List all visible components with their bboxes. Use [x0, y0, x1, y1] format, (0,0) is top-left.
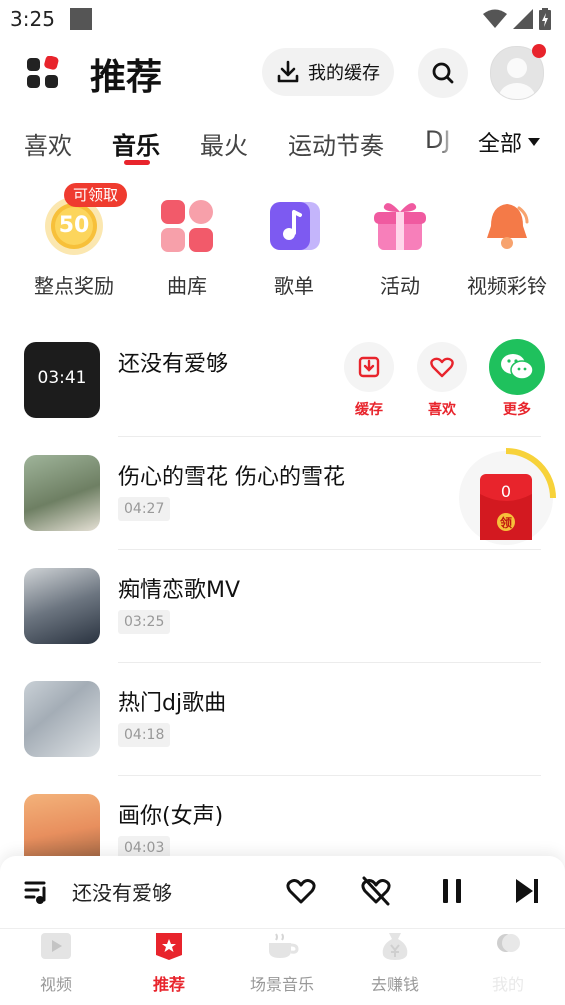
my-cache-button[interactable]: 我的缓存 [262, 48, 394, 96]
song-thumbnail [24, 681, 100, 757]
tab-dj[interactable]: DJ [425, 126, 451, 154]
coffee-cup-icon [269, 933, 299, 958]
recommend-star-icon [156, 933, 182, 960]
song-thumbnail [24, 568, 100, 644]
song-title: 热门dj歌曲 [118, 691, 227, 716]
status-time: 3:25 [10, 7, 55, 31]
nav-label: 视频 [39, 975, 72, 994]
song-duration: 04:27 [118, 497, 171, 521]
wifi-icon [483, 9, 507, 28]
tab-sport-rhythm[interactable]: 运动节奏 [288, 126, 384, 161]
nav-recommend[interactable]: 推荐 [119, 931, 219, 995]
profile-icon [497, 934, 520, 952]
reward-claim-label: 领 [499, 516, 512, 530]
reward-float-widget[interactable]: 0 领 [458, 448, 558, 548]
claimable-badge: 可领取 [64, 183, 128, 207]
app-logo-icon[interactable] [26, 56, 60, 90]
playlist-icon [270, 202, 320, 250]
next-track-icon[interactable] [514, 877, 540, 905]
song-row[interactable]: 痴情恋歌MV 03:25 [0, 550, 565, 663]
category-label: 曲库 [167, 274, 207, 298]
category-label: 整点奖励 [34, 274, 114, 298]
song-title: 还没有爱够 [118, 352, 229, 377]
library-icon [161, 200, 213, 252]
status-icons [483, 8, 551, 30]
search-button[interactable] [418, 48, 468, 98]
song-title: 痴情恋歌MV [118, 578, 241, 603]
heart-icon [430, 357, 454, 378]
battery-icon [539, 8, 551, 30]
signal-icon [513, 9, 533, 29]
share-more-button[interactable]: 更多 [487, 339, 547, 419]
category-video-ringtone[interactable]: 视频彩铃 [457, 196, 557, 299]
gift-icon [374, 203, 426, 250]
nav-scene-music[interactable]: 场景音乐 [232, 931, 332, 995]
tab-hottest[interactable]: 最火 [200, 126, 248, 161]
category-library[interactable]: 曲库 [137, 196, 237, 299]
all-categories-button[interactable]: 全部 [456, 120, 565, 164]
category-label: 歌单 [274, 274, 314, 298]
category-hourly-reward[interactable]: 50 整点奖励 [24, 196, 124, 299]
bottom-navigation: 视频 推荐 场景音乐 去赚钱 我的 [0, 928, 565, 1005]
category-label: 活动 [380, 274, 420, 298]
nav-label: 推荐 [152, 975, 185, 994]
cache-song-button[interactable]: 缓存 [339, 342, 399, 419]
nav-label: 去赚钱 [370, 975, 419, 994]
wechat-icon [501, 354, 534, 380]
notification-icon [70, 8, 92, 30]
money-bag-icon [382, 933, 408, 960]
all-categories-label: 全部 [478, 132, 523, 157]
category-label: 视频彩铃 [467, 274, 547, 298]
my-cache-label: 我的缓存 [308, 63, 380, 84]
song-duration: 03:25 [118, 610, 171, 634]
download-icon [277, 60, 299, 83]
video-duration-overlay: 03:41 [37, 368, 87, 388]
status-bar: 3:25 [0, 0, 565, 38]
search-icon [432, 62, 454, 84]
more-label: 更多 [503, 402, 531, 418]
song-title: 伤心的雪花 伤心的雪花 [118, 465, 345, 490]
dislike-icon[interactable] [360, 876, 392, 906]
like-song-button[interactable]: 喜欢 [412, 342, 472, 419]
song-duration: 04:18 [118, 723, 171, 747]
song-row[interactable]: 热门dj歌曲 04:18 [0, 663, 565, 776]
save-download-icon [358, 356, 380, 378]
bell-icon [487, 204, 529, 249]
nav-label: 场景音乐 [249, 975, 314, 994]
tab-like[interactable]: 喜欢 [24, 126, 72, 161]
now-playing-title: 还没有爱够 [72, 881, 172, 905]
nav-earn-money[interactable]: 去赚钱 [345, 931, 445, 995]
video-play-icon [41, 933, 71, 959]
playlist-queue-icon[interactable] [24, 878, 52, 906]
page-title: 推荐 [90, 57, 163, 98]
reward-count: 0 [500, 482, 512, 501]
song-thumbnail [24, 455, 100, 531]
song-title: 画你(女声) [118, 804, 224, 829]
song-thumbnail: 03:41 [24, 342, 100, 418]
caret-down-icon [528, 138, 541, 146]
nav-video[interactable]: 视频 [6, 931, 106, 995]
active-tab-indicator [124, 160, 150, 165]
nav-label: 我的 [491, 975, 524, 994]
tab-music[interactable]: 音乐 [112, 126, 160, 161]
reward-coin-value: 50 [58, 213, 90, 238]
like-label: 喜欢 [428, 402, 456, 418]
mini-player[interactable]: 还没有爱够 [0, 856, 565, 928]
category-events[interactable]: 活动 [350, 196, 450, 299]
like-icon[interactable] [286, 877, 316, 905]
pause-icon[interactable] [440, 877, 464, 905]
nav-mine[interactable]: 我的 [458, 931, 558, 995]
cache-label: 缓存 [355, 402, 383, 418]
notification-dot [532, 44, 546, 58]
category-playlists[interactable]: 歌单 [244, 196, 344, 299]
song-row[interactable]: 03:41 还没有爱够 缓存 喜欢 更多 [0, 324, 565, 437]
